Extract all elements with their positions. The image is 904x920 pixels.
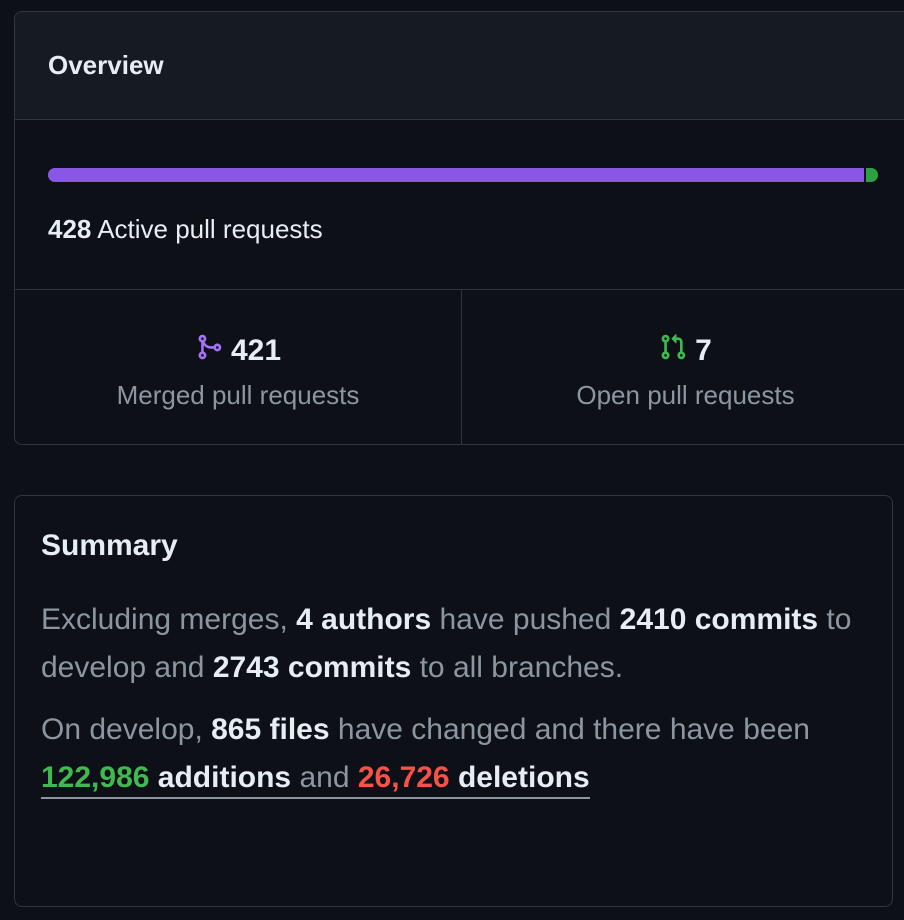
summary-p1-prefix: Excluding merges, (41, 603, 297, 636)
additions-word: additions (149, 761, 292, 794)
active-count: 428 (48, 214, 92, 244)
overview-header: Overview (15, 12, 904, 120)
open-pull-requests-stat[interactable]: 7 Open pull requests (462, 290, 904, 444)
summary-p2-prefix: On develop, (41, 713, 212, 746)
pull-request-progress-bar[interactable] (48, 168, 878, 182)
open-count: 7 (695, 334, 712, 367)
commits-all-count: 2743 commits (212, 651, 412, 684)
deletions-word: deletions (449, 761, 590, 794)
files-count: 865 files (211, 713, 330, 746)
summary-p2-mid1: have changed and there have been (329, 713, 810, 746)
pull-request-stats: 421 Merged pull requests 7 Open pull req… (15, 290, 904, 444)
active-pull-requests-text: 428 Active pull requests (48, 214, 323, 245)
merged-progress-fill[interactable] (48, 168, 865, 182)
open-label: Open pull requests (576, 380, 795, 410)
merged-pull-requests-stat[interactable]: 421 Merged pull requests (15, 290, 462, 444)
summary-card: Summary Excluding merges, 4 authors have… (14, 495, 893, 907)
summary-files-paragraph: On develop, 865 files have changed and t… (41, 706, 866, 802)
merged-count: 421 (230, 334, 282, 367)
active-label: Active pull requests (97, 214, 323, 244)
merged-label: Merged pull requests (116, 380, 360, 410)
overview-title: Overview (48, 50, 164, 80)
commits-develop-count: 2410 commits (619, 603, 819, 636)
git-pull-request-icon (659, 332, 687, 370)
git-merge-icon (195, 332, 223, 370)
summary-p2-mid2: and (291, 761, 358, 794)
additions-count: 122,986 (41, 761, 150, 794)
summary-p1-suffix: to all branches. (411, 651, 624, 684)
summary-commits-paragraph: Excluding merges, 4 authors have pushed … (41, 596, 866, 692)
active-pull-requests-section: 428 Active pull requests (15, 120, 904, 290)
summary-p1-mid1: have pushed (431, 603, 620, 636)
deletions-count: 26,726 (357, 761, 450, 794)
summary-title: Summary (41, 529, 178, 562)
open-progress-fill[interactable] (866, 168, 878, 182)
authors-count: 4 authors (296, 603, 432, 636)
overview-card: Overview 428 Active pull requests 421 Me… (14, 11, 904, 445)
additions-deletions-link[interactable]: 122,986 additions and 26,726 deletions (41, 761, 590, 799)
